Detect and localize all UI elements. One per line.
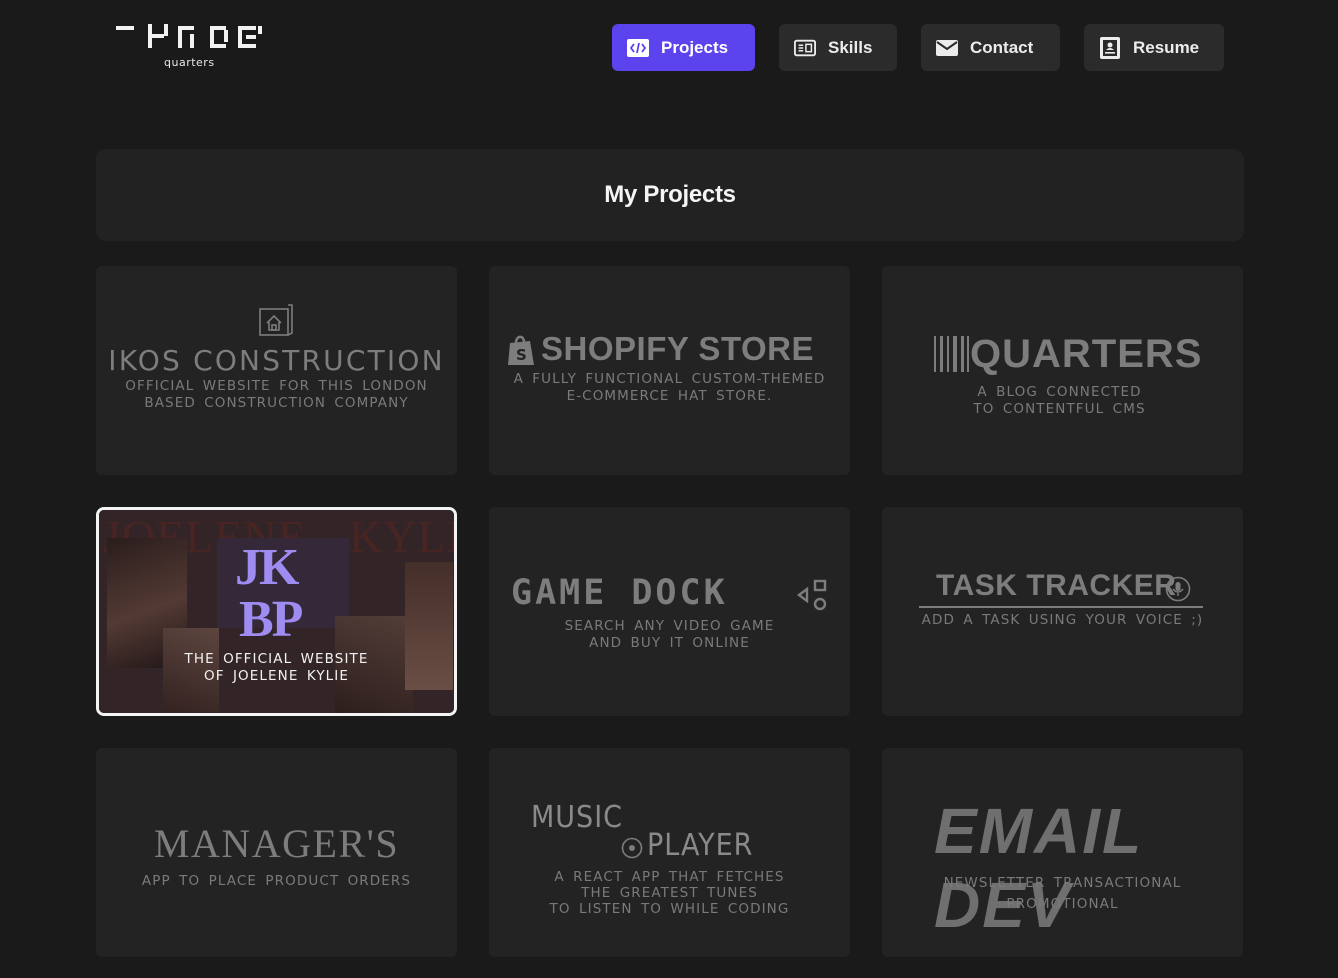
microphone-icon (1165, 576, 1191, 602)
nav-projects-label: Projects (661, 37, 729, 57)
project-description: A BLOG CONNECTED TO CONTENTFUL CMS (973, 384, 1146, 417)
project-description: ADD A TASK USING YOUR VOICE ;) (921, 612, 1204, 628)
nav-resume-label: Resume (1133, 37, 1200, 57)
project-card-email-dev[interactable]: EMAIL DEV NEWSLETTER TRANSACTIONAL PROMO… (882, 748, 1243, 957)
project-card-ikos[interactable]: IKOS CONSTRUCTION OFFICIAL WEBSITE FOR T… (96, 266, 457, 475)
project-title: TASK TRACKER (936, 569, 1177, 602)
nav-contact-label: Contact (970, 37, 1034, 57)
page-title: My Projects (604, 181, 736, 208)
project-title: EMAIL DEV (934, 795, 1142, 941)
project-card-quarters[interactable]: QUARTERS A BLOG CONNECTED TO CONTENTFUL … (882, 266, 1243, 475)
nav-projects-button[interactable]: Projects (612, 24, 755, 71)
project-title: MANAGER'S (153, 821, 400, 866)
nav-skills-label: Skills (828, 37, 873, 57)
project-card-game-dock[interactable]: GAME DOCK SEARCH ANY VIDEO GAME AND BUY … (489, 507, 850, 716)
project-description: A FULLY FUNCTIONAL CUSTOM-THEMED E-COMME… (513, 371, 826, 404)
skills-icon (794, 37, 816, 59)
project-description: APP TO PLACE PRODUCT ORDERS (141, 873, 412, 889)
project-card-joelene-kylie[interactable]: JOELENE KYLIE JK BP THE OFFICIAL WEBSITE… (96, 507, 457, 716)
project-title: QUARTERS (970, 332, 1203, 376)
shopify-bag-icon: S (508, 335, 534, 365)
page-title-panel: My Projects (96, 149, 1244, 241)
logo-subtitle: quarters (164, 56, 215, 69)
brand-logo[interactable]: quarters (114, 20, 266, 72)
nav-skills-button[interactable]: Skills (779, 24, 897, 71)
resume-icon (1099, 36, 1121, 59)
vinyl-icon (621, 837, 643, 859)
project-card-managers[interactable]: MANAGER'S APP TO PLACE PRODUCT ORDERS (96, 748, 457, 957)
project-description: THE OFFICIAL WEBSITE OF JOELENE KYLIE (184, 651, 369, 684)
project-description: NEWSLETTER TRANSACTIONAL PROMOTIONAL (943, 875, 1182, 912)
project-description: OFFICIAL WEBSITE FOR THIS LONDON BASED C… (125, 378, 428, 411)
project-title-line-2: PLAYER (647, 828, 754, 863)
code-icon (627, 37, 649, 59)
project-title: IKOS CONSTRUCTION (108, 344, 445, 377)
monogram-bp: BP (239, 591, 303, 648)
logo-mark-icon (116, 24, 262, 48)
project-card-shopify[interactable]: S SHOPIFY STORE A FULLY FUNCTIONAL CUSTO… (489, 266, 850, 475)
barcode-icon (934, 336, 969, 372)
nav-resume-button[interactable]: Resume (1084, 24, 1224, 71)
nav-contact-button[interactable]: Contact (921, 24, 1060, 71)
svg-text:S: S (516, 346, 527, 364)
project-description: SEARCH ANY VIDEO GAME AND BUY IT ONLINE (564, 618, 775, 651)
mail-icon (936, 37, 958, 59)
monogram-jk: JK (235, 539, 299, 596)
project-card-task-tracker[interactable]: TASK TRACKER ADD A TASK USING YOUR VOICE… (882, 507, 1243, 716)
controller-buttons-icon (797, 579, 827, 611)
project-card-music-player[interactable]: MUSIC PLAYER A REACT APP THAT FETCHES TH… (489, 748, 850, 957)
title-underline (919, 606, 1203, 608)
project-description: A REACT APP THAT FETCHES THE GREATEST TU… (549, 869, 790, 917)
project-title: SHOPIFY STORE (541, 330, 815, 367)
blueprint-icon (259, 304, 293, 336)
